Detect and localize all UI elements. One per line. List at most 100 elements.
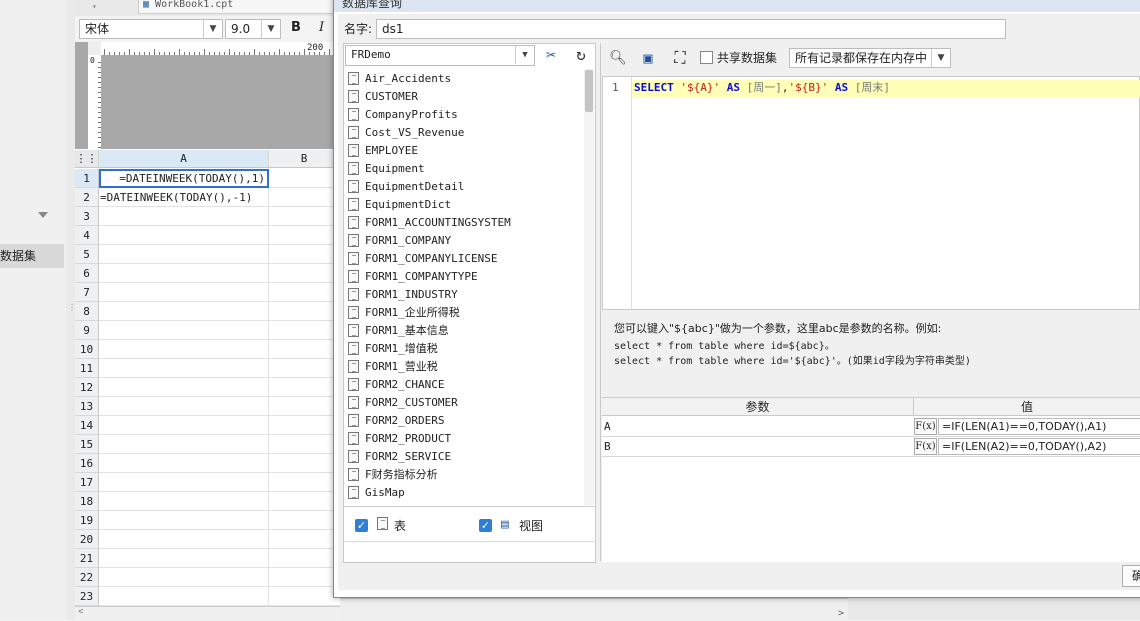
row-header[interactable]: 18 bbox=[75, 492, 99, 511]
table-list-item[interactable]: FORM2_CHANCE bbox=[348, 376, 444, 394]
font-name-select[interactable]: 宋体 ▼ bbox=[79, 19, 223, 39]
cell-a2[interactable]: =DATEINWEEK(TODAY(),-1) bbox=[100, 188, 268, 207]
row-header[interactable]: 15 bbox=[75, 435, 99, 454]
table-list-item[interactable]: EMPLOYEE bbox=[348, 142, 418, 160]
pane-divider[interactable] bbox=[600, 43, 601, 561]
italic-button[interactable]: I bbox=[319, 20, 324, 35]
table-list-item[interactable]: FORM1_COMPANY bbox=[348, 232, 451, 250]
grid-row[interactable] bbox=[99, 587, 340, 606]
grid-row[interactable] bbox=[99, 454, 340, 473]
grid-row[interactable] bbox=[99, 492, 340, 511]
parameter-row[interactable]: B F(x) =IF(LEN(A2)==0,TODAY(),A2) bbox=[602, 437, 1140, 457]
param-value-input[interactable]: =IF(LEN(A1)==0,TODAY(),A1) bbox=[938, 418, 1140, 435]
table-list-item[interactable]: FORM2_PRODUCT bbox=[348, 430, 451, 448]
table-list-item[interactable]: FORM2_ORDERS bbox=[348, 412, 444, 430]
database-select[interactable]: FRDemo ▼ bbox=[345, 45, 535, 66]
row-header[interactable]: 14 bbox=[75, 416, 99, 435]
scroll-left-icon[interactable]: < bbox=[78, 607, 83, 617]
grid-row[interactable] bbox=[99, 511, 340, 530]
row-header[interactable]: 21 bbox=[75, 549, 99, 568]
grid-row[interactable] bbox=[99, 397, 340, 416]
row-header[interactable]: 6 bbox=[75, 264, 99, 283]
row-header[interactable]: 20 bbox=[75, 530, 99, 549]
grid-row[interactable] bbox=[99, 226, 340, 245]
table-list-item[interactable]: FORM1_ACCOUNTINGSYSTEM bbox=[348, 214, 511, 232]
table-list-item[interactable]: FORM2_CUSTOMER bbox=[348, 394, 458, 412]
row-header[interactable]: 9 bbox=[75, 321, 99, 340]
chevron-down-icon[interactable]: ▼ bbox=[203, 20, 222, 38]
table-list-item[interactable]: EquipmentDetail bbox=[348, 178, 464, 196]
row-header[interactable]: 17 bbox=[75, 473, 99, 492]
grid-row[interactable] bbox=[99, 207, 340, 226]
row-header[interactable]: 4 bbox=[75, 226, 99, 245]
parameter-row[interactable]: A F(x) =IF(LEN(A1)==0,TODAY(),A1) bbox=[602, 417, 1140, 437]
grid-row[interactable] bbox=[99, 473, 340, 492]
share-dataset-checkbox[interactable] bbox=[700, 51, 713, 64]
refresh-icon[interactable]: ↻ bbox=[570, 44, 592, 66]
scrollbar-thumb[interactable] bbox=[585, 70, 593, 112]
table-filter-checkbox[interactable]: ✓ bbox=[355, 519, 368, 532]
row-header[interactable]: 12 bbox=[75, 378, 99, 397]
grid-row[interactable] bbox=[99, 340, 340, 359]
table-list-item[interactable]: FORM1_企业所得税 bbox=[348, 304, 460, 322]
param-value-input[interactable]: =IF(LEN(A2)==0,TODAY(),A2) bbox=[938, 438, 1140, 455]
table-list[interactable]: Air_Accidents CUSTOMER CompanyProfits Cost_… bbox=[346, 69, 584, 505]
table-list-item[interactable]: FORM1_INDUSTRY bbox=[348, 286, 458, 304]
formula-fx-icon[interactable]: F(x) bbox=[914, 438, 937, 455]
bold-button[interactable]: B bbox=[291, 20, 301, 35]
row-header[interactable]: 11 bbox=[75, 359, 99, 378]
table-list-item[interactable]: FORM1_营业税 bbox=[348, 358, 438, 376]
preview-icon[interactable]: 🔍︎ bbox=[607, 47, 629, 69]
row-header[interactable]: 19 bbox=[75, 511, 99, 530]
table-list-item[interactable]: CompanyProfits bbox=[348, 106, 458, 124]
row-header[interactable]: 5 bbox=[75, 245, 99, 264]
select-all-corner[interactable]: ⋮⋮ bbox=[75, 150, 99, 168]
chevron-down-icon[interactable]: ▼ bbox=[931, 49, 950, 67]
column-header[interactable]: A bbox=[99, 150, 269, 168]
connection-settings-icon[interactable]: ✂ bbox=[540, 44, 562, 66]
table-search-input[interactable] bbox=[345, 541, 594, 562]
row-header[interactable]: 7 bbox=[75, 283, 99, 302]
grid-row[interactable] bbox=[99, 359, 340, 378]
row-header[interactable]: 22 bbox=[75, 568, 99, 587]
collapse-arrow-icon[interactable] bbox=[38, 212, 48, 218]
grid-row[interactable] bbox=[99, 264, 340, 283]
row-header[interactable]: 1 bbox=[75, 169, 99, 188]
sql-code-line[interactable]: SELECT '${A}' AS [周一],'${B}' AS [周末] bbox=[634, 80, 890, 96]
font-size-select[interactable]: 9.0 ▼ bbox=[225, 19, 281, 39]
save-icon[interactable]: ▣ bbox=[637, 47, 659, 69]
grid-row[interactable] bbox=[99, 435, 340, 454]
row-header[interactable]: 23 bbox=[75, 587, 99, 606]
row-header[interactable]: 8 bbox=[75, 302, 99, 321]
dataset-panel-label[interactable]: 数据集 bbox=[0, 244, 64, 268]
chevron-down-icon[interactable]: ▼ bbox=[515, 46, 534, 64]
row-header[interactable]: 16 bbox=[75, 454, 99, 473]
table-list-item[interactable]: Air_Accidents bbox=[348, 70, 451, 88]
dropdown-arrow-icon[interactable]: ▾ bbox=[92, 2, 97, 11]
grid-row[interactable] bbox=[99, 378, 340, 397]
param-value-header[interactable]: 值 bbox=[914, 398, 1140, 416]
table-list-item[interactable]: FORM1_COMPANYTYPE bbox=[348, 268, 478, 286]
row-header[interactable]: 2 bbox=[75, 188, 99, 207]
workbook-tab[interactable]: ▦ WorkBook1.cpt bbox=[138, 0, 338, 14]
grid-row[interactable] bbox=[99, 530, 340, 549]
ok-button[interactable]: 确 bbox=[1122, 565, 1140, 587]
scroll-right-icon[interactable]: > bbox=[838, 608, 844, 619]
grid-row[interactable] bbox=[99, 549, 340, 568]
table-list-item[interactable]: Cost_VS_Revenue bbox=[348, 124, 464, 142]
sql-editor[interactable] bbox=[602, 76, 1140, 310]
column-header[interactable]: B bbox=[269, 150, 340, 168]
table-list-item[interactable]: FORM1_基本信息 bbox=[348, 322, 449, 340]
row-header[interactable]: 3 bbox=[75, 207, 99, 226]
grid-row[interactable] bbox=[99, 416, 340, 435]
table-list-item[interactable]: FORM1_增值税 bbox=[348, 340, 438, 358]
table-list-item[interactable]: F财务指标分析 bbox=[348, 466, 438, 484]
grid-row[interactable] bbox=[99, 283, 340, 302]
table-list-item[interactable]: FORM1_COMPANYLICENSE bbox=[348, 250, 497, 268]
grid-row[interactable] bbox=[99, 302, 340, 321]
row-header[interactable]: 10 bbox=[75, 340, 99, 359]
view-filter-checkbox[interactable]: ✓ bbox=[479, 519, 492, 532]
table-list-item[interactable]: GisMap bbox=[348, 484, 405, 502]
row-header[interactable]: 13 bbox=[75, 397, 99, 416]
table-list-item[interactable]: FORM2_SERVICE bbox=[348, 448, 451, 466]
